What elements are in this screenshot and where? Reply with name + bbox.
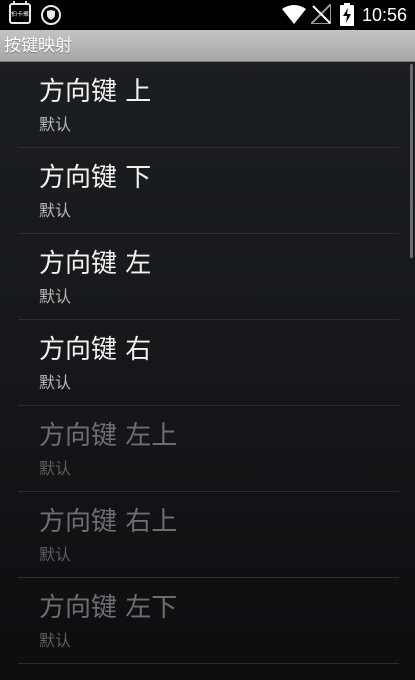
item-title: 方向键 右上 (39, 507, 178, 537)
wifi-icon (282, 5, 306, 24)
item-summary: 默认 (39, 631, 72, 650)
item-title: 方向键 下 (39, 163, 152, 193)
battery-charging-icon (340, 3, 354, 26)
status-bar: 拍卡聚 10:56 (0, 0, 415, 30)
no-signal-icon (311, 4, 331, 24)
item-title: 方向键 左上 (39, 421, 178, 451)
title-bar: 按键映射 (0, 30, 415, 62)
status-time: 10:56 (361, 5, 407, 25)
item-summary: 默认 (39, 201, 72, 220)
list-item-up-left: 方向键 左上 默认 (18, 406, 399, 492)
app-notification-icon: 拍卡聚 (9, 1, 31, 24)
item-title: 方向键 左 (39, 249, 152, 279)
page-title: 按键映射 (4, 36, 72, 56)
item-summary: 默认 (39, 545, 72, 564)
list-item-left[interactable]: 方向键 左 默认 (18, 234, 399, 320)
list-item-up-right: 方向键 右上 默认 (18, 492, 399, 578)
list-item-down[interactable]: 方向键 下 默认 (18, 148, 399, 234)
item-title: 方向键 右 (39, 335, 152, 365)
item-summary: 默认 (39, 287, 72, 306)
item-title: 方向键 上 (39, 77, 152, 107)
item-summary: 默认 (39, 373, 72, 392)
key-mapping-list[interactable]: 方向键 上 默认 方向键 下 默认 方向键 左 默认 方向键 右 默认 方向键 … (0, 62, 415, 680)
item-summary: 默认 (39, 459, 72, 478)
list-item-right[interactable]: 方向键 右 默认 (18, 320, 399, 406)
scrollbar[interactable] (410, 64, 413, 258)
item-title: 方向键 左下 (39, 593, 178, 623)
item-summary: 默认 (39, 115, 72, 134)
list-item-down-left: 方向键 左下 默认 (18, 578, 399, 664)
list-item-up[interactable]: 方向键 上 默认 (18, 62, 399, 148)
app-notification-icon-label: 拍卡聚 (11, 11, 29, 18)
shield-icon (41, 5, 61, 25)
